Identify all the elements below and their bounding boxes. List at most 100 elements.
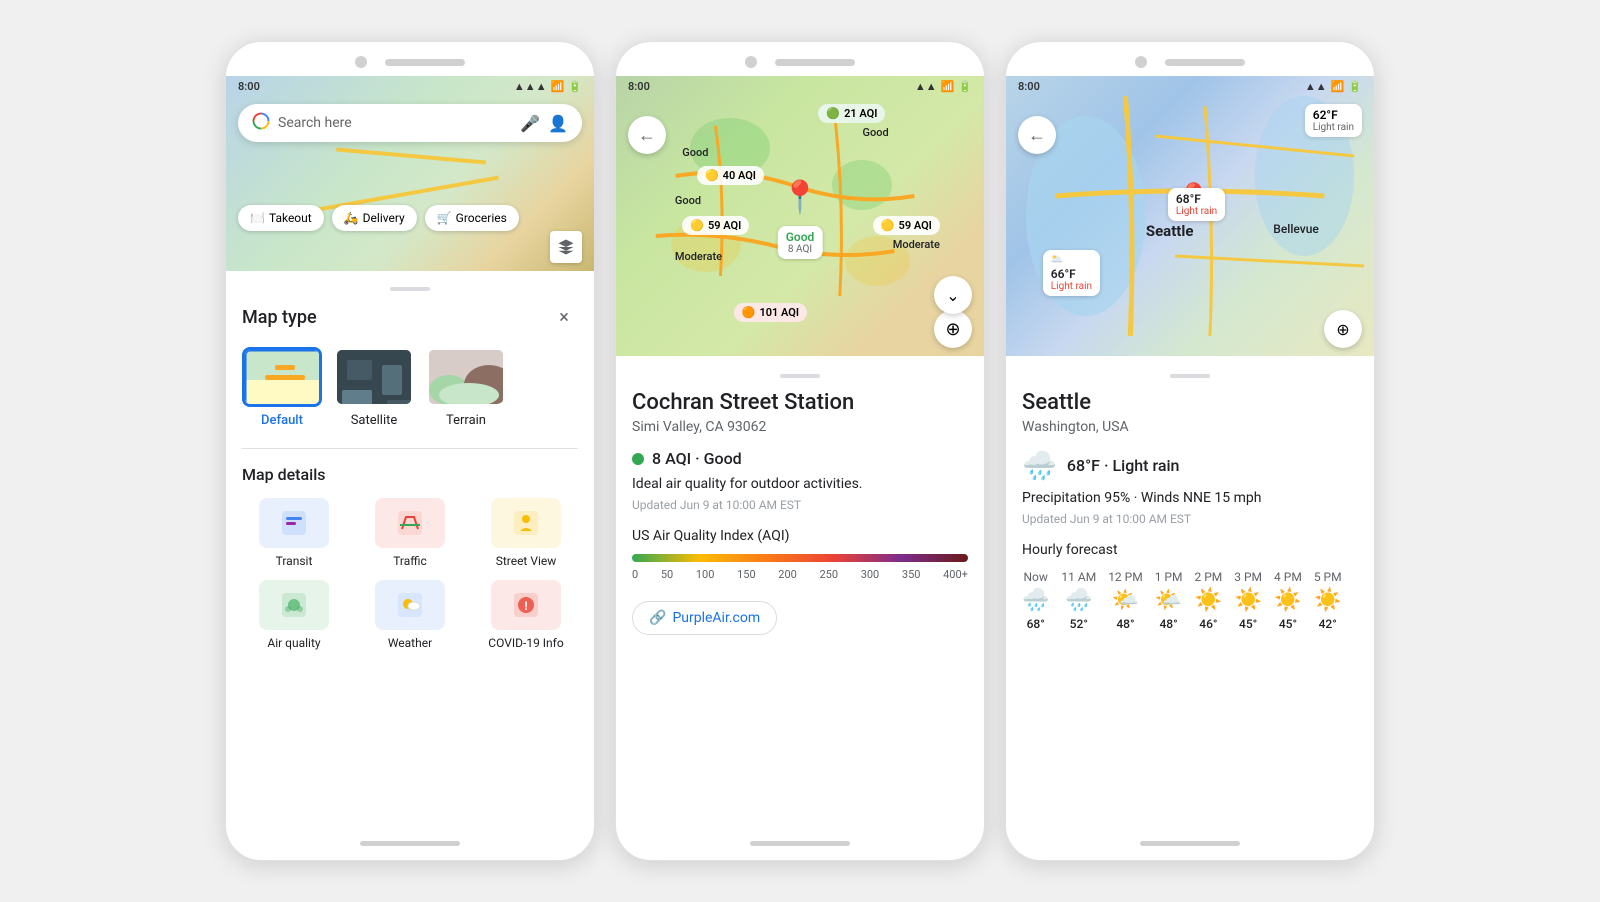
phone-3-weather-panel: Seattle Washington, USA 🌧️ 68°F · Light … xyxy=(1006,356,1374,827)
map-type-terrain[interactable]: Terrain xyxy=(426,347,506,428)
map-type-default[interactable]: Default xyxy=(242,347,322,428)
temp-val-66: 66°F xyxy=(1051,267,1092,281)
hour-item-1: 11 AM 🌧️ 52° xyxy=(1061,570,1096,631)
temp-cond-66: Light rain xyxy=(1051,281,1092,292)
phone-2-bottom-bar xyxy=(616,827,984,860)
aqi-badge-59b: 🟡 59 AQI xyxy=(873,216,940,235)
detail-weather[interactable]: Weather xyxy=(358,580,462,650)
phone-3-camera xyxy=(1135,56,1147,68)
hour-temp-3: 48° xyxy=(1159,617,1177,631)
map-type-satellite[interactable]: Satellite xyxy=(334,347,414,428)
hour-label-3: 1 PM xyxy=(1155,570,1183,584)
search-bar[interactable]: Search here 🎤 👤 xyxy=(238,104,582,142)
search-input[interactable]: Search here xyxy=(278,115,512,131)
purpleair-link[interactable]: 🔗 PurpleAir.com xyxy=(632,601,777,635)
phone-1-map-image: 8:00 ▲▲▲ 📶 🔋 Search here 🎤 xyxy=(226,76,594,271)
terrain-thumb xyxy=(426,347,506,407)
weather-badge-temp: 62°F xyxy=(1313,108,1354,122)
moderate-label-1: Moderate xyxy=(893,238,940,251)
scale-250: 250 xyxy=(819,568,838,581)
phone-2-back-button[interactable]: ← xyxy=(628,116,666,154)
location-button-2[interactable]: ⊕ xyxy=(934,310,972,348)
hour-temp-7: 42° xyxy=(1319,617,1337,631)
battery-icon: 🔋 xyxy=(568,80,582,93)
good-label-3: Good xyxy=(675,194,701,207)
close-button[interactable]: × xyxy=(550,303,578,331)
signal-icon: ▲▲▲ xyxy=(514,80,547,93)
sheet-header: Map type × xyxy=(242,303,578,331)
weather-label: Weather xyxy=(388,636,432,650)
phone-3-bottom-bar xyxy=(1006,827,1374,860)
groceries-chip[interactable]: 🛒 Groceries xyxy=(425,205,519,231)
detail-traffic[interactable]: Traffic xyxy=(358,498,462,568)
temp-val-68: 68°F xyxy=(1176,192,1217,206)
weather-rain-icon: 🌧️ xyxy=(1022,449,1057,482)
hour-temp-5: 45° xyxy=(1239,617,1257,631)
good-label-1: Good xyxy=(863,126,889,139)
weather-details: Precipitation 95% · Winds NNE 15 mph xyxy=(1022,490,1358,506)
phone-3-speaker xyxy=(1165,59,1245,66)
phone-3-status-bar: 8:00 ▲▲ 📶 🔋 xyxy=(1006,76,1374,97)
aqi-section-title: US Air Quality Index (AQI) xyxy=(632,528,968,544)
phone-3: 8:00 ▲▲ 📶 🔋 ← xyxy=(1005,41,1375,861)
signal-icon-3: ▲▲ xyxy=(1305,80,1327,93)
scale-100: 100 xyxy=(696,568,715,581)
aqi-scale-labels: 0 50 100 150 200 250 300 350 400+ xyxy=(632,568,968,581)
weather-icon-box xyxy=(375,580,445,630)
chevron-down-icon[interactable]: ⌄ xyxy=(934,276,972,314)
phone-2-map: 8:00 ▲▲ 📶 🔋 ← xyxy=(616,76,984,356)
weather-main-row: 🌧️ 68°F · Light rain xyxy=(1022,449,1358,482)
covid-label: COVID-19 Info xyxy=(488,636,563,650)
temp-cloud-icon: 🌥️ xyxy=(1051,254,1092,265)
phone-1-top-bar xyxy=(226,42,594,76)
aqi-badge-59a-icon: 🟡 xyxy=(690,219,704,232)
aqi-bar-container: 0 50 100 150 200 250 300 350 400+ xyxy=(632,554,968,581)
takeout-chip[interactable]: 🍽️ Takeout xyxy=(238,205,324,231)
detail-airquality[interactable]: Air quality xyxy=(242,580,346,650)
phone-2-speaker xyxy=(775,59,855,66)
weather-city-name: Seattle xyxy=(1022,390,1358,415)
hour-item-5: 3 PM ☀️ 45° xyxy=(1234,570,1262,631)
good-label-2: Good xyxy=(682,146,708,159)
hour-label-6: 4 PM xyxy=(1274,570,1302,584)
phone-3-status-icons: ▲▲ 📶 🔋 xyxy=(1305,80,1362,93)
microphone-icon[interactable]: 🎤 xyxy=(520,114,540,133)
aqi-badge-59a-text: 59 AQI xyxy=(708,219,741,232)
good-tooltip-aqi: 8 AQI xyxy=(786,244,815,255)
seattle-label: Seattle xyxy=(1146,222,1194,240)
place-address: Simi Valley, CA 93062 xyxy=(632,419,968,435)
delivery-chip[interactable]: 🛵 Delivery xyxy=(332,205,417,231)
aqi-badge-59a: 🟡 59 AQI xyxy=(682,216,749,235)
groceries-label: Groceries xyxy=(456,211,507,225)
aqi-badge-21: 🟢 21 AQI xyxy=(818,104,885,123)
hour-icon-7: ☀️ xyxy=(1314,588,1341,613)
detail-transit[interactable]: Transit xyxy=(242,498,346,568)
scale-350: 350 xyxy=(902,568,921,581)
close-icon: × xyxy=(559,307,569,328)
compass-button-3[interactable]: ⊕ xyxy=(1324,310,1362,348)
detail-streetview[interactable]: Street View xyxy=(474,498,578,568)
map-type-sheet: Map type × xyxy=(226,271,594,827)
map-types-grid: Default xyxy=(242,347,578,428)
groceries-icon: 🛒 xyxy=(437,211,452,225)
avatar-icon[interactable]: 👤 xyxy=(548,114,568,133)
phone-2-top-bar xyxy=(616,42,984,76)
battery-icon-2: 🔋 xyxy=(958,80,972,93)
scale-400plus: 400+ xyxy=(943,568,968,581)
layers-button[interactable] xyxy=(550,231,582,263)
phone-1-speaker xyxy=(385,59,465,66)
terrain-label: Terrain xyxy=(446,413,486,428)
hour-icon-5: ☀️ xyxy=(1234,588,1261,613)
detail-covid[interactable]: ! COVID-19 Info xyxy=(474,580,578,650)
phone-2: 8:00 ▲▲ 📶 🔋 ← xyxy=(615,41,985,861)
phone-2-status-icons: ▲▲ 📶 🔋 xyxy=(915,80,972,93)
phone-1-status-icons: ▲▲▲ 📶 🔋 xyxy=(514,80,582,93)
phone-3-back-button[interactable]: ← xyxy=(1018,116,1056,154)
hour-label-4: 2 PM xyxy=(1194,570,1222,584)
traffic-label: Traffic xyxy=(393,554,427,568)
phones-container: 8:00 ▲▲▲ 📶 🔋 Search here 🎤 xyxy=(205,21,1395,881)
purpleair-text: PurpleAir.com xyxy=(672,610,760,626)
weather-updated: Updated Jun 9 at 10:00 AM EST xyxy=(1022,512,1358,526)
temp-badge-68: 68°F Light rain xyxy=(1168,188,1225,221)
bellevue-label: Bellevue xyxy=(1273,222,1319,236)
